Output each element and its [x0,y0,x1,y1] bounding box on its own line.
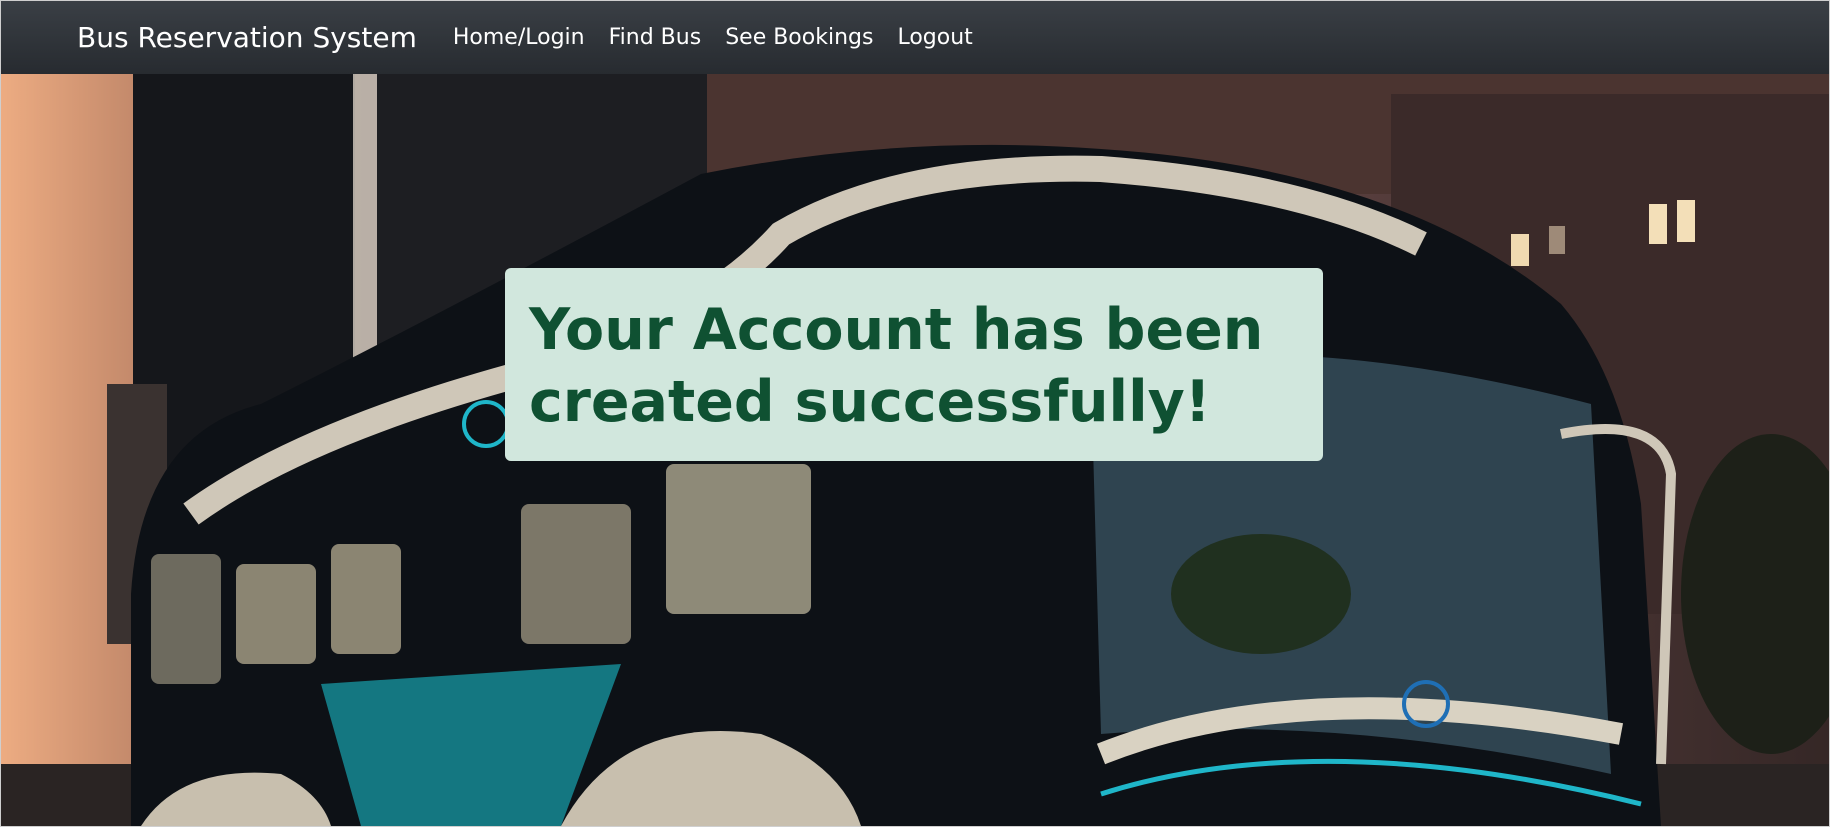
top-navbar: Bus Reservation System Home/Login Find B… [1,1,1829,74]
browser-page: Bus Reservation System Home/Login Find B… [0,0,1830,827]
success-alert: Your Account has been created successful… [505,268,1323,461]
nav-find-bus[interactable]: Find Bus [609,25,702,50]
nav-logout[interactable]: Logout [897,25,972,50]
alert-message: Your Account has been created successful… [529,294,1299,438]
alert-message-line1: Your Account has been [529,297,1264,363]
alert-message-line2: created successfully! [529,369,1211,435]
nav-links: Home/Login Find Bus See Bookings Logout [453,25,997,50]
nav-home-login[interactable]: Home/Login [453,25,585,50]
nav-see-bookings[interactable]: See Bookings [725,25,873,50]
hero-background: Your Account has been created successful… [1,74,1829,826]
navbar-brand[interactable]: Bus Reservation System [77,21,417,54]
